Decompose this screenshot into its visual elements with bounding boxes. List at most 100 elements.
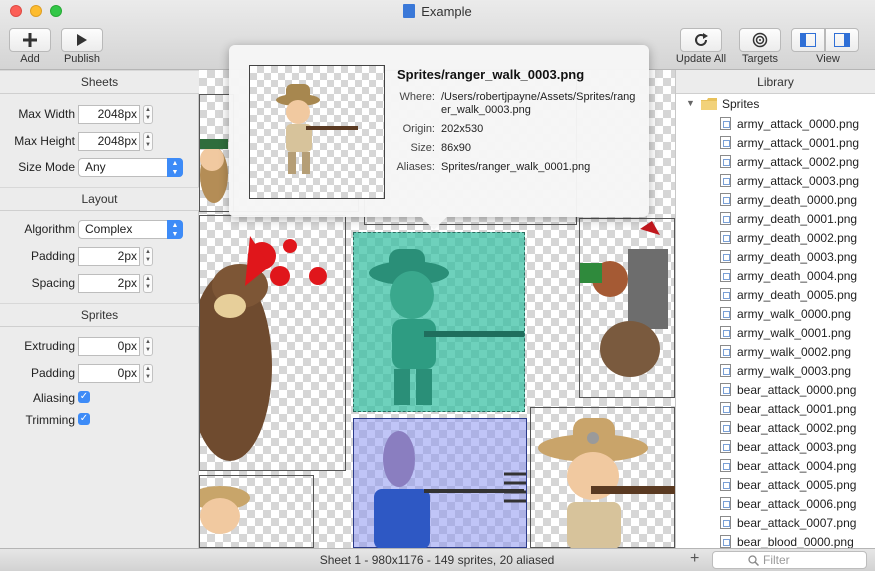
library-file-row[interactable]: bear_attack_0000.png [720, 380, 875, 399]
size-mode-value: Any [85, 160, 106, 174]
sprite-padding-stepper[interactable]: ▲ ▼ [143, 364, 153, 383]
library-file-row[interactable]: army_death_0002.png [720, 228, 875, 247]
origin-key: Origin: [402, 123, 435, 135]
image-file-icon [720, 421, 731, 434]
toggle-right-panel-button[interactable] [825, 28, 859, 52]
filter-placeholder: Filter [763, 553, 790, 567]
library-file-name: bear_blood_0000.png [737, 534, 854, 549]
max-height-stepper[interactable]: ▲ ▼ [143, 132, 153, 151]
layout-padding-stepper[interactable]: ▲ ▼ [143, 247, 153, 266]
sprite-tile[interactable] [579, 218, 675, 398]
image-file-icon [720, 307, 731, 320]
image-file-icon [720, 212, 731, 225]
image-file-icon [720, 459, 731, 472]
library-file-row[interactable]: army_death_0004.png [720, 266, 875, 285]
selected-sprite-ranger-walk-0003[interactable] [353, 232, 525, 412]
library-file-name: army_walk_0002.png [737, 344, 852, 359]
layout-padding-field[interactable]: 2px [78, 247, 140, 266]
sprite-padding-field[interactable]: 0px [78, 364, 140, 383]
library-file-row[interactable]: army_walk_0002.png [720, 342, 875, 361]
max-width-field[interactable]: 2048px [78, 105, 140, 124]
extruding-field[interactable]: 0px [78, 337, 140, 356]
library-file-name: army_death_0001.png [737, 211, 858, 226]
spacing-stepper[interactable]: ▲ ▼ [143, 274, 153, 293]
library-file-row[interactable]: army_attack_0002.png [720, 152, 875, 171]
library-file-name: bear_attack_0004.png [737, 458, 857, 473]
aliasing-checkbox[interactable]: ✓ [78, 391, 90, 403]
update-all-label: Update All [675, 53, 727, 65]
add-button[interactable] [9, 28, 51, 52]
library-file-row[interactable]: army_walk_0003.png [720, 361, 875, 380]
library-file-row[interactable]: army_attack_0000.png [720, 114, 875, 133]
library-file-row[interactable]: bear_attack_0005.png [720, 475, 875, 494]
image-file-icon [720, 288, 731, 301]
max-width-stepper[interactable]: ▲ ▼ [143, 105, 153, 124]
library-file-row[interactable]: army_death_0000.png [720, 190, 875, 209]
sprite-tile[interactable] [530, 407, 675, 548]
toggle-left-panel-button[interactable] [791, 28, 825, 52]
sprites-folder-row[interactable]: ▼ Sprites [676, 95, 875, 114]
size-mode-select[interactable]: Any ▲ ▼ [78, 158, 183, 177]
library-file-name: bear_attack_0007.png [737, 515, 857, 530]
plus-icon [23, 33, 37, 47]
sprite-padding-label: Padding [30, 366, 75, 380]
library-file-name: army_attack_0003.png [737, 173, 860, 188]
target-icon [752, 32, 768, 48]
targets-button[interactable] [739, 28, 781, 52]
image-file-icon [720, 269, 731, 282]
library-file-row[interactable]: bear_attack_0002.png [720, 418, 875, 437]
layout-heading: Layout [0, 187, 199, 211]
add-asset-plus-icon[interactable]: + [690, 550, 699, 568]
library-file-row[interactable]: bear_attack_0004.png [720, 456, 875, 475]
view-label: View [816, 53, 840, 65]
library-file-row[interactable]: army_death_0001.png [720, 209, 875, 228]
spacing-field[interactable]: 2px [78, 274, 140, 293]
library-file-row[interactable]: army_walk_0001.png [720, 323, 875, 342]
library-file-row[interactable]: army_attack_0001.png [720, 133, 875, 152]
library-file-name: bear_attack_0006.png [737, 496, 857, 511]
image-file-icon [720, 478, 731, 491]
layout-padding-label: Padding [30, 249, 75, 263]
publish-button[interactable] [61, 28, 103, 52]
farmer-sprite-image [374, 431, 526, 548]
library-file-name: army_death_0005.png [737, 287, 858, 302]
selected-sprite-farmer[interactable] [353, 418, 527, 548]
library-file-row[interactable]: bear_attack_0003.png [720, 437, 875, 456]
library-file-row[interactable]: bear_attack_0007.png [720, 513, 875, 532]
image-file-icon [720, 231, 731, 244]
document-icon [403, 4, 416, 18]
filter-field[interactable]: Filter [712, 551, 867, 569]
where-key: Where: [399, 91, 435, 103]
aliases-value: Sprites/ranger_walk_0001.png [441, 161, 591, 173]
library-file-row[interactable]: army_walk_0000.png [720, 304, 875, 323]
inspector-panel: Sheets Max Width 2048px ▲ ▼ Max Height 20… [0, 70, 199, 548]
size-mode-label: Size Mode [18, 160, 75, 174]
ranger-walk-preview-image [276, 84, 358, 174]
extruding-stepper[interactable]: ▲ ▼ [143, 337, 153, 356]
image-file-icon [720, 326, 731, 339]
sprite-tile[interactable] [199, 215, 346, 471]
library-file-row[interactable]: army_attack_0003.png [720, 171, 875, 190]
image-file-icon [720, 364, 731, 377]
image-file-icon [720, 497, 731, 510]
image-file-icon [720, 193, 731, 206]
sheets-heading: Sheets [0, 70, 199, 94]
origin-value: 202x530 [441, 123, 484, 135]
library-file-row[interactable]: army_death_0005.png [720, 285, 875, 304]
algorithm-select[interactable]: Complex ▲ ▼ [78, 220, 183, 239]
library-file-row[interactable]: bear_attack_0006.png [720, 494, 875, 513]
library-file-row[interactable]: bear_attack_0001.png [720, 399, 875, 418]
image-file-icon [720, 440, 731, 453]
trimming-checkbox[interactable]: ✓ [78, 413, 90, 425]
max-height-field[interactable]: 2048px [78, 132, 140, 151]
bear-attack-sprite-image [199, 236, 327, 461]
library-file-row[interactable]: army_death_0003.png [720, 247, 875, 266]
chevron-updown-icon: ▲ ▼ [167, 220, 183, 239]
update-all-button[interactable] [680, 28, 722, 52]
library-file-name: army_attack_0000.png [737, 116, 860, 131]
library-file-name: bear_attack_0000.png [737, 382, 857, 397]
library-file-name: army_walk_0001.png [737, 325, 852, 340]
disclosure-triangle-icon[interactable]: ▼ [686, 98, 695, 108]
sprite-tile[interactable] [199, 475, 314, 548]
publish-label: Publish [63, 53, 101, 65]
